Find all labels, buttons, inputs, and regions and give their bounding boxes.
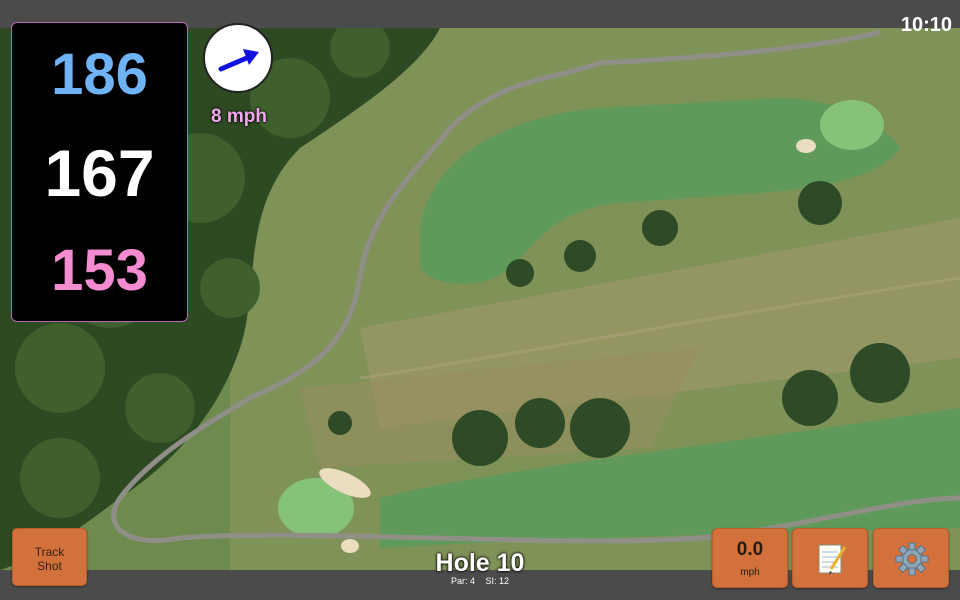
wind-direction-indicator [203, 23, 273, 93]
track-shot-label-line2: Shot [37, 559, 62, 573]
hole-stroke-index: SI: 12 [485, 576, 510, 586]
gear-icon [895, 542, 929, 576]
front-yardage: 153 [51, 238, 148, 303]
wind-direction-arrow-icon [218, 49, 259, 72]
wind-adjust-button[interactable]: 0.0 mph [712, 528, 788, 588]
wind-adjust-unit: mph [740, 567, 760, 578]
hole-title: Hole 10 [435, 549, 525, 577]
center-yardage: 167 [44, 136, 155, 210]
hole-info: Par: 4 SI: 12 [380, 576, 580, 586]
settings-button[interactable] [873, 528, 949, 588]
yardage-panel: 186 167 153 [11, 22, 188, 322]
notes-button[interactable] [792, 528, 868, 588]
hole-par: Par: 4 [450, 576, 475, 586]
track-shot-label: Track Shot [13, 545, 86, 573]
wind-speed-label: 8 mph [211, 106, 267, 127]
track-shot-label-line1: Track [34, 545, 65, 559]
track-shot-button[interactable]: Track Shot [12, 528, 87, 586]
notepad-icon [818, 544, 847, 575]
wind-adjust-value: 0.0 [736, 539, 764, 560]
clock-time: 10:10 [900, 14, 952, 36]
back-yardage: 186 [51, 42, 148, 107]
